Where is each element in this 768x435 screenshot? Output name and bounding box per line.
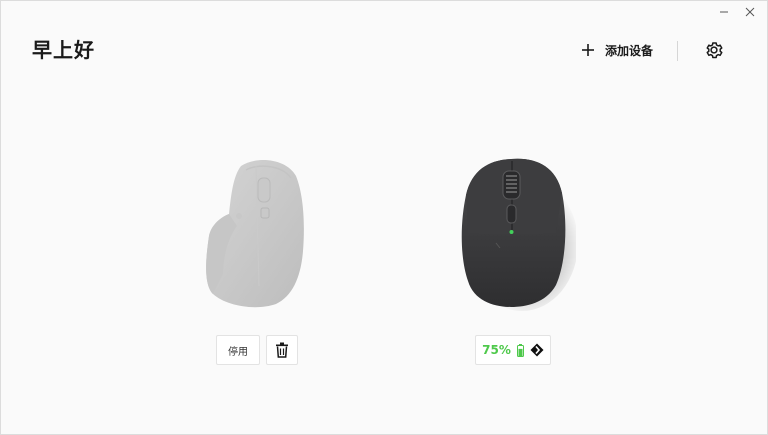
- add-device-label: 添加设备: [605, 43, 654, 58]
- trash-icon: [276, 342, 288, 358]
- mouse-mx-master-icon: [206, 160, 304, 308]
- close-icon: [745, 7, 755, 17]
- battery-icon: [516, 343, 524, 357]
- device-1-image[interactable]: [201, 156, 311, 311]
- battery-percentage: 75%: [482, 343, 511, 357]
- page-title: 早上好: [32, 38, 95, 62]
- disable-button-label: 停用: [228, 346, 248, 358]
- window-controls: [713, 3, 761, 21]
- minimize-button[interactable]: [713, 3, 735, 21]
- header-divider: [677, 41, 678, 61]
- gear-icon: [706, 42, 723, 59]
- plus-icon: [581, 40, 595, 60]
- settings-button[interactable]: [704, 40, 724, 60]
- delete-device-button[interactable]: [266, 335, 298, 365]
- minimize-icon: [720, 11, 728, 13]
- mouse-mx-anywhere-icon: [461, 158, 578, 311]
- app-window: 早上好 添加设备 停用 75%: [0, 0, 768, 435]
- add-device-button[interactable]: 添加设备: [581, 39, 653, 61]
- disable-button[interactable]: 停用: [216, 335, 260, 365]
- unifying-receiver-icon: [530, 343, 544, 357]
- device-2-image[interactable]: [456, 153, 578, 313]
- device-2-status: 75%: [475, 335, 551, 365]
- close-button[interactable]: [739, 3, 761, 21]
